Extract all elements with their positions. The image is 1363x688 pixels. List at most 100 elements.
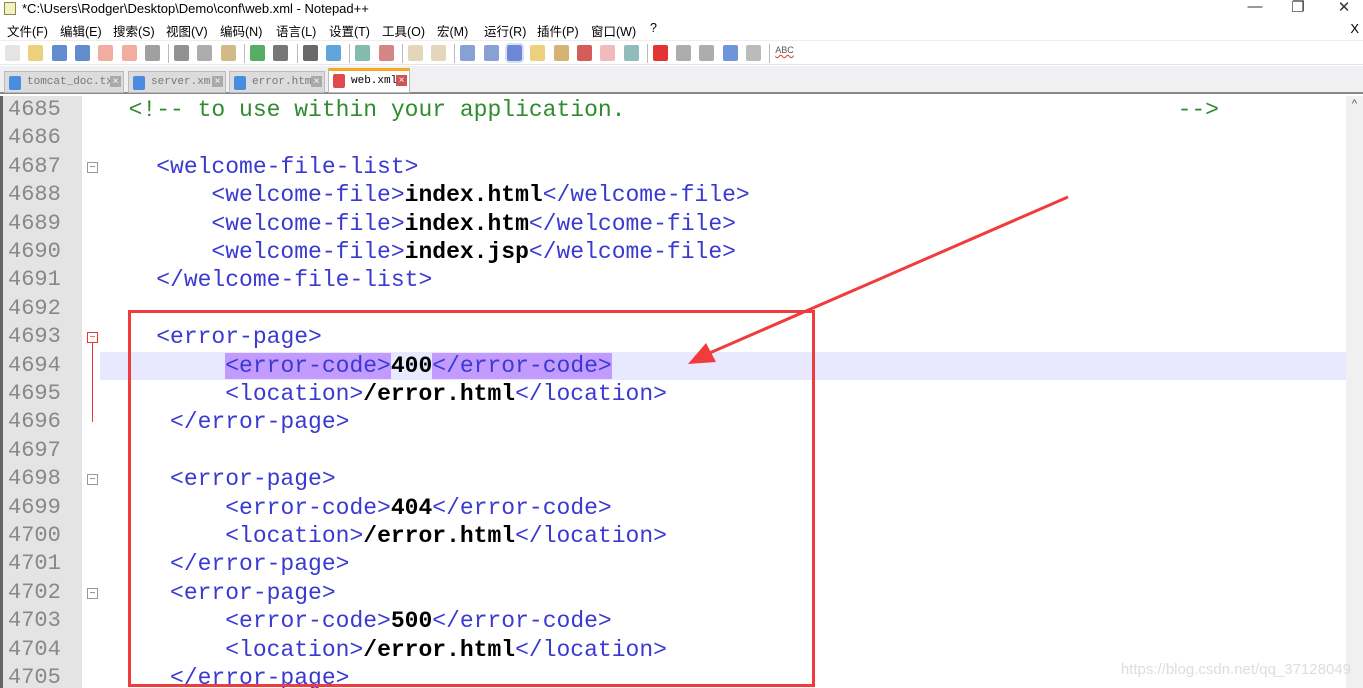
xml-tag: <error-code> [225,608,391,635]
save-macro-icon[interactable] [746,45,761,61]
code-editor[interactable]: 4685 <!-- to use within your application… [0,96,1363,688]
fold-toggle-icon[interactable]: − [87,587,98,599]
title-bar: *C:\Users\Rodger\Desktop\Demo\conf\web.x… [0,0,1363,18]
window-title: *C:\Users\Rodger\Desktop\Demo\conf\web.x… [22,1,369,16]
tab-server-xml[interactable]: server.xml × [128,71,226,93]
menu-encoding[interactable]: 编码(N) [220,21,262,40]
code-line: 4694 <error-code>400</error-code> [8,351,1346,380]
xml-tag: </welcome-file> [528,239,736,265]
menu-edit[interactable]: 编辑(E) [60,21,102,40]
fold-toggle-icon[interactable]: − [87,161,98,173]
zoom-in-icon[interactable] [355,45,371,61]
menu-window[interactable]: 窗口(W) [591,21,636,40]
fold-toggle-icon[interactable]: − [87,332,98,344]
tab-tomcat-doc[interactable]: tomcat_doc.txt × [4,71,124,93]
close-button[interactable]: ✕ [1329,0,1359,16]
doc-map-icon[interactable] [553,45,569,61]
user-lang-icon[interactable] [530,45,546,61]
code-line: 4697 [0,437,1346,465]
sync-horizontal-icon[interactable] [431,45,447,61]
run-macro-multiple-icon[interactable] [722,45,738,61]
code-text: <error-page> [101,579,336,607]
monitoring-icon[interactable] [623,45,639,61]
scroll-up-icon[interactable]: ^ [1346,98,1363,110]
tab-close-icon[interactable]: × [396,75,407,86]
tab-label: error.html [252,76,319,88]
save-all-icon[interactable] [74,45,90,61]
word-wrap-icon[interactable] [460,45,476,61]
record-macro-icon[interactable] [652,45,668,61]
toolbar-separator [454,44,456,63]
code-line: 4689 <welcome-file>index.htm</welcome-fi… [0,210,1346,238]
tab-error-html[interactable]: error.html × [229,71,325,93]
menu-view[interactable]: 视图(V) [166,21,208,40]
copy-icon[interactable] [197,45,213,61]
new-file-icon[interactable] [5,45,20,61]
xml-tag: </welcome-file-list> [156,267,433,294]
redo-icon[interactable] [273,45,289,61]
code-line: 4686 [0,124,1346,152]
menu-help[interactable]: ? [650,21,657,35]
play-macro-icon[interactable] [699,45,715,61]
xml-text: index.htm [404,210,529,237]
close-document-button[interactable]: X [1350,21,1359,36]
line-number: 4701 [8,551,61,577]
tab-close-icon[interactable]: × [311,76,322,87]
xml-tag: </error-code> [432,494,612,521]
folder-workspace-icon[interactable] [600,45,616,61]
indent-guide-icon[interactable] [505,43,524,63]
sync-vertical-icon[interactable] [407,45,423,61]
menu-settings[interactable]: 设置(T) [329,21,370,40]
code-text: <error-page> [101,323,322,351]
show-all-chars-icon[interactable] [483,45,499,61]
code-line: 4687 <welcome-file-list> [0,153,1346,181]
stop-record-icon[interactable] [676,45,692,61]
menu-plugins[interactable]: 插件(P) [537,21,579,40]
menu-macro[interactable]: 宏(M) [437,21,468,40]
restore-button[interactable]: ❐ [1283,0,1313,16]
code-text: </error-page> [101,550,349,578]
cut-icon[interactable] [174,45,190,61]
open-file-icon[interactable] [28,45,44,61]
line-number: 4692 [8,295,61,321]
function-list-icon[interactable] [576,45,592,61]
tab-close-icon[interactable]: × [212,76,223,87]
print-icon[interactable] [144,45,160,61]
menu-file[interactable]: 文件(F) [7,21,48,40]
close-all-icon[interactable] [121,45,137,61]
fold-toggle-icon[interactable]: − [87,474,98,486]
close-icon[interactable] [98,45,114,61]
undo-icon[interactable] [250,45,265,61]
code-line: 4685 <!-- to use within your application… [0,96,1346,124]
xml-tag: <error-page> [170,579,336,606]
xml-tag: </error-page> [170,665,350,688]
xml-text: 404 [390,494,433,521]
minimize-button[interactable]: — [1240,0,1270,15]
code-text: <error-code>500</error-code> [101,607,612,635]
xml-tag: <location> [225,381,364,407]
zoom-out-icon[interactable] [378,45,394,61]
find-icon[interactable] [302,45,318,61]
menu-tools[interactable]: 工具(O) [382,21,425,40]
menu-search[interactable]: 搜索(S) [113,21,155,40]
replace-icon[interactable] [325,45,341,61]
paste-icon[interactable] [220,45,236,61]
tab-web-xml[interactable]: web.xml × [328,68,410,93]
menu-run[interactable]: 运行(R) [484,21,526,40]
file-icon [9,76,21,90]
menu-language[interactable]: 语言(L) [276,21,316,40]
save-icon[interactable] [51,45,67,61]
tab-close-icon[interactable]: × [110,76,121,87]
spell-check-icon[interactable]: ABC [775,45,795,61]
code-text: </welcome-file-list> [101,266,432,294]
code-line: 4690 <welcome-file>index.jsp</welcome-fi… [0,238,1346,266]
tab-label: web.xml [351,75,398,87]
vertical-scrollbar[interactable]: ^ [1346,96,1363,688]
line-number: 4705 [8,665,61,688]
